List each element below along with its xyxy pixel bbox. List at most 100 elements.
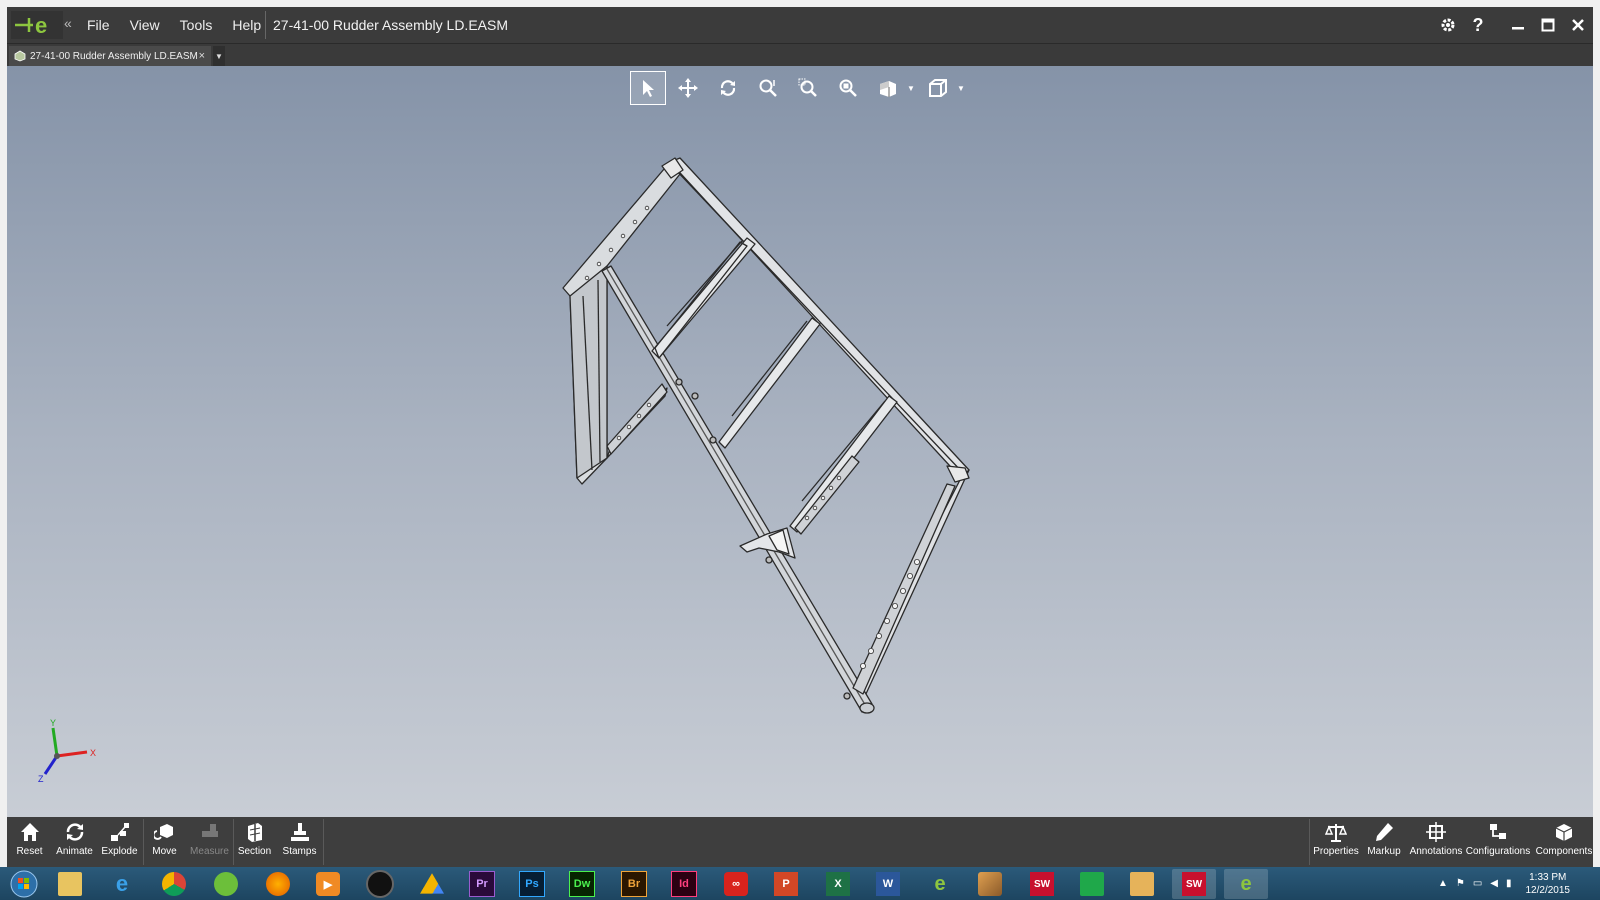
toolbar-separator [143,819,144,865]
taskbar-internet-explorer[interactable]: e [100,869,144,899]
rudder-assembly-model[interactable] [7,66,1593,817]
toolbar-separator [1309,819,1310,865]
document-tab[interactable]: 27-41-00 Rudder Assembly LD.EASM × [9,46,211,66]
assembly-doc-icon [14,50,26,62]
start-button[interactable] [2,869,46,899]
solidworks-icon: SW [1030,872,1054,896]
bridge-icon: Br [621,871,647,897]
taskbar-google-drive[interactable] [410,869,454,899]
document-tab-label: 27-41-00 Rudder Assembly LD.EASM [30,50,198,62]
stamps-button[interactable]: Stamps [277,817,322,867]
taskbar-dreamweaver[interactable]: Dw [560,869,604,899]
taskbar-solidworks-2016[interactable]: SW [1020,869,1064,899]
triad-y-label: Y [50,718,56,728]
edrawings-icon: e [934,872,946,895]
excel-icon: X [826,872,850,896]
camera-lens-icon [366,870,394,898]
close-tab-icon[interactable]: × [199,50,205,62]
taskbar-camera-app[interactable] [358,869,402,899]
taskbar-word[interactable]: W [866,869,910,899]
components-button[interactable]: Components [1532,817,1593,867]
move-part-icon [153,824,173,840]
measure-button[interactable]: Measure [187,817,232,867]
title-bar: e « File View Tools Help 27-41-00 Rudder… [7,7,1593,44]
chrome-icon [162,872,186,896]
taskbar-file-explorer[interactable] [48,869,92,899]
internet-explorer-icon: e [115,871,129,896]
collapse-menu-icon[interactable]: « [64,15,72,31]
stamps-label: Stamps [282,846,317,857]
taskbar-chrome[interactable] [152,869,196,899]
toolbar-separator [323,819,324,865]
clock[interactable]: 1:33 PM 12/2/2015 [1526,871,1571,897]
taskbar-bridge[interactable]: Br [612,869,656,899]
menu-view[interactable]: View [120,7,170,43]
3d-viewport[interactable]: ▼ ▼ X Y Z [7,66,1593,817]
configurations-button[interactable]: Configurations [1464,817,1532,867]
reset-label: Reset [16,846,43,857]
show-hidden-icons-icon[interactable]: ▲ [1438,878,1448,889]
markup-button[interactable]: Markup [1360,817,1408,867]
help-icon[interactable]: ? [1463,10,1493,40]
minimize-icon[interactable] [1503,10,1533,40]
taskbar-creative-cloud[interactable]: ∞ [714,869,758,899]
taskbar-folder-app[interactable] [1120,869,1164,899]
taskbar-photoshop[interactable]: Ps [510,869,554,899]
taskbar-green-app[interactable] [204,869,248,899]
move-button[interactable]: Move [142,817,187,867]
title-separator [265,11,266,39]
windows-taskbar: e ▶ Pr Ps Dw Br Id ∞ P X W e SW SW e ▲ ⚑… [0,867,1600,900]
scales-icon [1325,824,1347,842]
taskbar-edrawings[interactable]: e [918,869,962,899]
annotations-button[interactable]: Annotations [1408,817,1464,867]
premiere-icon: Pr [469,871,495,897]
green-tile-icon [1080,872,1104,896]
window-controls: ? [1433,7,1593,43]
power-icon[interactable]: ▮ [1506,878,1512,889]
properties-label: Properties [1313,846,1359,857]
volume-icon[interactable]: ◀ [1490,878,1498,889]
animate-button[interactable]: Animate [52,817,97,867]
taskbar-stylus-app[interactable] [968,869,1012,899]
stamp-icon [290,823,309,841]
taskbar-powerpoint[interactable]: P [764,869,808,899]
indesign-icon: Id [671,871,697,897]
measure-label: Measure [190,846,229,857]
section-label: Section [237,846,272,857]
stylus-icon [978,872,1002,896]
taskbar-edrawings-2016[interactable]: e [1224,869,1268,899]
open-folder-icon [1130,872,1154,896]
taskbar-media-player[interactable]: ▶ [306,869,350,899]
reset-button[interactable]: Reset [7,817,52,867]
properties-button[interactable]: Properties [1312,817,1360,867]
taskbar-solidworks-2016-b[interactable]: SW [1172,869,1216,899]
taskbar-excel[interactable]: X [816,869,860,899]
clock-date: 12/2/2015 [1525,884,1571,896]
taskbar-green-tile-app[interactable] [1070,869,1114,899]
action-center-flag-icon[interactable]: ⚑ [1456,878,1465,889]
menu-file[interactable]: File [77,7,120,43]
annotation-icon [1426,822,1446,842]
windows-start-icon [10,870,38,898]
taskbar-firefox[interactable] [256,869,300,899]
maximize-icon[interactable] [1533,10,1563,40]
creative-cloud-icon: ∞ [724,872,748,896]
animate-icon [66,823,83,841]
taskbar-indesign[interactable]: Id [662,869,706,899]
section-icon [247,823,262,842]
settings-gear-icon[interactable] [1433,10,1463,40]
document-tab-row: 27-41-00 Rudder Assembly LD.EASM × ▼ [7,44,1593,66]
toolbar-separator [233,819,234,865]
bottom-toolbar-left: Reset Animate Explode Move Measure Secti… [7,817,322,867]
section-button[interactable]: Section [232,817,277,867]
menu-tools[interactable]: Tools [170,7,223,43]
taskbar-premiere[interactable]: Pr [460,869,504,899]
tab-dropdown-icon[interactable]: ▼ [213,46,225,66]
edrawings-logo[interactable]: e [11,11,63,39]
configurations-label: Configurations [1465,846,1531,857]
google-drive-icon [420,873,444,894]
explode-button[interactable]: Explode [97,817,142,867]
network-icon[interactable]: ▭ [1473,878,1482,889]
close-window-icon[interactable] [1563,10,1593,40]
menu-help[interactable]: Help [222,7,271,43]
